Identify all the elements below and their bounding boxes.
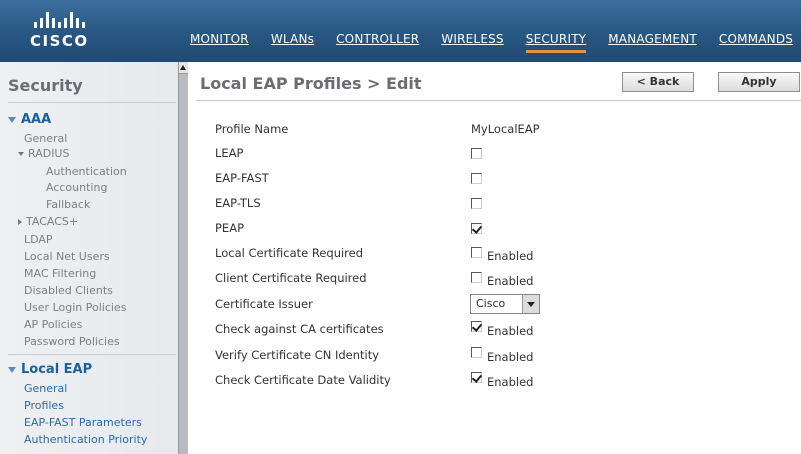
leap-checkbox[interactable] (471, 148, 482, 159)
local-certificate-required-label: Local Certificate Required (215, 246, 364, 260)
scroll-up-arrow-icon[interactable] (179, 62, 188, 74)
sidebar-item-authentication[interactable]: Authentication (46, 165, 127, 178)
expand-triangle-icon (8, 116, 16, 123)
sidebar-title: Security (8, 76, 83, 95)
check-ca-certificates-enabled-label: Enabled (487, 324, 534, 338)
sidebar-divider (8, 354, 176, 355)
sidebar-section-local-eap[interactable]: Local EAP (8, 362, 92, 377)
nav-wlans[interactable]: WLANs (271, 32, 314, 53)
leap-label: LEAP (215, 146, 244, 160)
nav-monitor[interactable]: MONITOR (190, 32, 249, 53)
eap-tls-label: EAP-TLS (215, 196, 261, 210)
expand-triangle-icon (18, 152, 24, 156)
sidebar-item-disabled-clients[interactable]: Disabled Clients (24, 284, 113, 297)
nav-commands[interactable]: COMMANDS (719, 32, 793, 53)
chevron-down-icon[interactable] (522, 295, 539, 313)
certificate-issuer-selected: Cisco (476, 297, 506, 310)
eap-fast-label: EAP-FAST (215, 171, 269, 185)
sidebar-item-radius-label: RADIUS (28, 147, 70, 160)
eap-tls-checkbox[interactable] (471, 198, 482, 209)
sidebar-item-profiles[interactable]: Profiles (24, 399, 64, 412)
certificate-issuer-label: Certificate Issuer (215, 297, 313, 311)
eap-fast-checkbox[interactable] (471, 173, 482, 184)
sidebar-scrollbar[interactable] (178, 62, 188, 454)
top-header: CISCO MONITOR WLANs CONTROLLER WIRELESS … (0, 0, 801, 62)
peap-label: PEAP (215, 221, 245, 235)
sidebar-item-local-net-users[interactable]: Local Net Users (24, 250, 110, 263)
sidebar-divider (8, 102, 176, 103)
sidebar-item-authentication-priority[interactable]: Authentication Priority (24, 433, 147, 446)
check-ca-certificates-checkbox[interactable] (471, 321, 482, 332)
sidebar-item-mac-filtering[interactable]: MAC Filtering (24, 267, 96, 280)
sidebar-item-ldap[interactable]: LDAP (24, 233, 53, 246)
sidebar-item-tacacs-label: TACACS+ (26, 215, 79, 228)
local-certificate-required-enabled-label: Enabled (487, 249, 534, 263)
verify-certificate-cn-enabled-label: Enabled (487, 350, 534, 364)
collapsed-triangle-icon (18, 219, 22, 225)
sidebar-item-ap-policies[interactable]: AP Policies (24, 318, 82, 331)
nav-management[interactable]: MANAGEMENT (608, 32, 697, 53)
nav-security-label: SECURITY (525, 32, 587, 46)
back-button[interactable]: < Back (622, 72, 694, 92)
sidebar-item-accounting[interactable]: Accounting (46, 181, 107, 194)
sidebar-section-aaa[interactable]: AAA (8, 112, 51, 127)
cisco-logo: CISCO (20, 12, 140, 52)
check-certificate-date-checkbox[interactable] (471, 372, 482, 383)
nav-wireless[interactable]: WIRELESS (441, 32, 503, 53)
sidebar-item-local-eap-general[interactable]: General (24, 382, 67, 395)
title-divider (196, 100, 801, 101)
apply-button[interactable]: Apply (718, 72, 800, 92)
sidebar-section-local-eap-label: Local EAP (21, 362, 93, 377)
expand-triangle-icon (8, 366, 16, 373)
sidebar-item-password-policies[interactable]: Password Policies (24, 335, 120, 348)
check-certificate-date-enabled-label: Enabled (487, 375, 534, 389)
nav-controller[interactable]: CONTROLLER (336, 32, 419, 53)
page-title: Local EAP Profiles > Edit (200, 74, 422, 93)
verify-certificate-cn-label: Verify Certificate CN Identity (215, 348, 380, 362)
cisco-logo-bars-icon (34, 12, 140, 28)
sidebar-item-user-login-policies[interactable]: User Login Policies (24, 301, 126, 314)
main-nav: MONITOR WLANs CONTROLLER WIRELESS SECURI… (190, 32, 801, 53)
sidebar-item-tacacs[interactable]: TACACS+ (18, 215, 78, 228)
cisco-logo-text: CISCO (30, 32, 89, 50)
sidebar-section-aaa-label: AAA (21, 112, 52, 127)
verify-certificate-cn-checkbox[interactable] (471, 347, 482, 358)
client-certificate-required-label: Client Certificate Required (215, 271, 367, 285)
scrollbar-thumb[interactable] (179, 74, 188, 454)
profile-name-label: Profile Name (215, 122, 289, 136)
check-ca-certificates-label: Check against CA certificates (215, 322, 384, 336)
certificate-issuer-select[interactable]: Cisco (470, 294, 540, 314)
check-certificate-date-label: Check Certificate Date Validity (215, 373, 391, 387)
sidebar-item-radius[interactable]: RADIUS (18, 147, 69, 160)
sidebar-item-eap-fast-parameters[interactable]: EAP-FAST Parameters (24, 416, 142, 429)
sidebar-item-aaa-general[interactable]: General (24, 132, 67, 145)
sidebar-item-fallback[interactable]: Fallback (46, 198, 90, 211)
local-certificate-required-checkbox[interactable] (471, 247, 482, 258)
sidebar: Security AAA General RADIUS Authenticati… (0, 62, 188, 454)
client-certificate-required-checkbox[interactable] (471, 272, 482, 283)
profile-name-value: MyLocalEAP (471, 122, 540, 136)
peap-checkbox[interactable] (471, 223, 482, 234)
client-certificate-required-enabled-label: Enabled (487, 274, 534, 288)
nav-security[interactable]: SECURITY (525, 32, 587, 53)
